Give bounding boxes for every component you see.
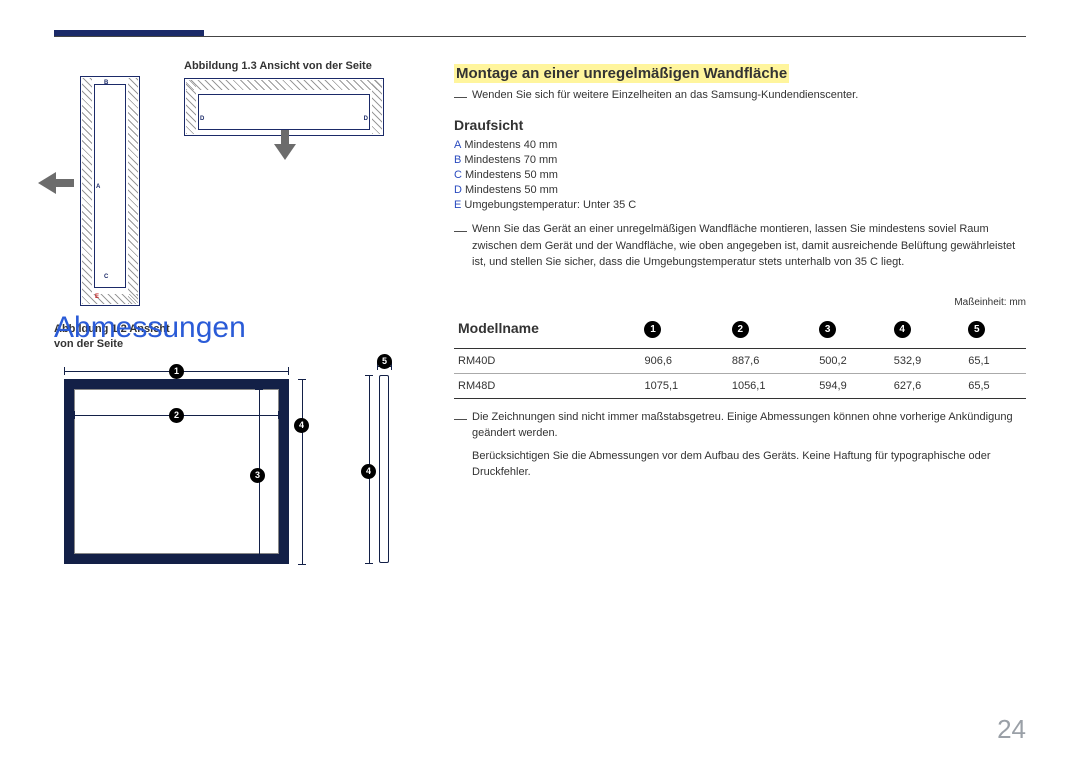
dimensions-table: Modellname 1 2 3 4 5 RM40D 906,6 887,6 5…	[454, 311, 1026, 399]
dimension-diagram: 1 2 3 4 5 4	[54, 365, 444, 595]
arrow-down-icon	[274, 130, 296, 165]
header-col-2: 2	[732, 321, 749, 338]
table-note-1: Die Zeichnungen sind nicht immer maßstab…	[454, 409, 1026, 442]
header-col-5: 5	[968, 321, 985, 338]
label-d-right: D	[364, 116, 368, 122]
dimensions-heading: Abmessungen	[54, 311, 444, 345]
table-row: RM40D 906,6 887,6 500,2 532,9 65,1	[454, 348, 1026, 373]
table-note-2: Berücksichtigen Sie die Abmessungen vor …	[454, 448, 1026, 481]
table-row: RM48D 1075,1 1056,1 594,9 627,6 65,5	[454, 373, 1026, 398]
spec-a: A Mindestens 40 mm	[454, 139, 1026, 151]
dim-marker-4: 4	[294, 418, 309, 433]
dim-marker-3: 3	[250, 468, 265, 483]
figure-1-2: B A C E Abbildung 1.2 Ansicht von der Se…	[80, 76, 140, 306]
spec-b: B Mindestens 70 mm	[454, 154, 1026, 166]
header-col-3: 3	[819, 321, 836, 338]
spec-c: C Mindestens 50 mm	[454, 169, 1026, 181]
dim-marker-4b: 4	[361, 464, 376, 479]
table-header-row: Modellname 1 2 3 4 5	[454, 311, 1026, 349]
label-b: B	[104, 80, 108, 86]
figure-1-3-caption: Abbildung 1.3 Ansicht von der Seite	[184, 60, 384, 72]
dim-marker-5: 5	[377, 354, 392, 369]
top-rule	[54, 36, 1026, 37]
mount-paragraph: Wenn Sie das Gerät an einer unregelmäßig…	[454, 221, 1026, 271]
header-col-4: 4	[894, 321, 911, 338]
header-col-1: 1	[644, 321, 661, 338]
label-e: E	[95, 294, 99, 300]
header-model: Modellname	[454, 311, 640, 349]
section-title: Montage an einer unregelmäßigen Wandfläc…	[454, 64, 1026, 83]
dim-marker-2: 2	[169, 408, 184, 423]
section-note: Wenden Sie sich für weitere Einzelheiten…	[454, 89, 1026, 101]
spec-d: D Mindestens 50 mm	[454, 184, 1026, 196]
page-number: 24	[997, 714, 1026, 745]
spec-e: E Umgebungstemperatur: Unter 35 C	[454, 199, 1026, 211]
label-a: A	[96, 184, 100, 190]
label-c: C	[104, 274, 108, 280]
arrow-left-icon	[38, 172, 74, 199]
dim-marker-1: 1	[169, 364, 184, 379]
topview-heading: Draufsicht	[454, 117, 1026, 133]
unit-label: Maßeinheit: mm	[954, 297, 1026, 308]
label-d-left: D	[200, 116, 204, 122]
figure-1-3: Abbildung 1.3 Ansicht von der Seite D D	[184, 60, 384, 136]
